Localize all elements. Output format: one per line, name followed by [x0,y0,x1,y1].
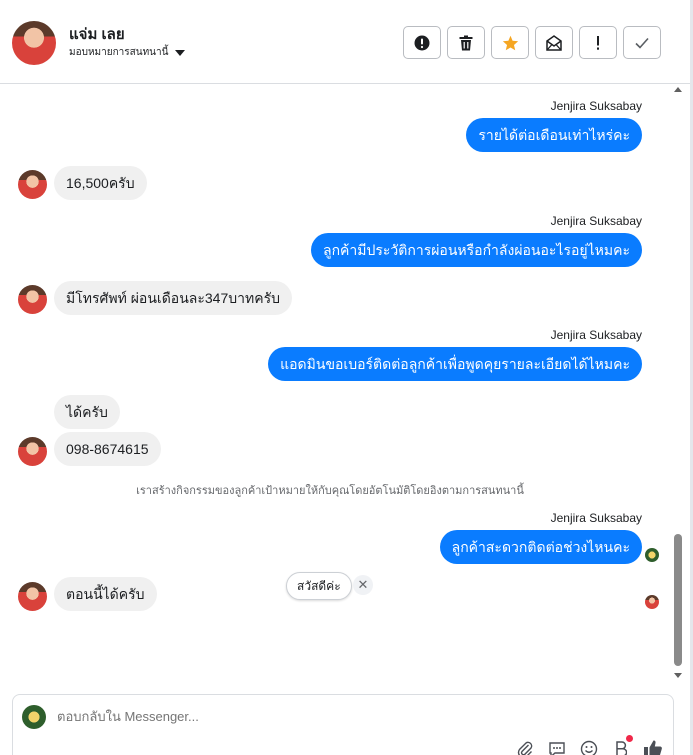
message-thread: Jenjira Suksabay รายได้ต่อเดือนเท่าไหร่ค… [0,85,672,693]
system-note: เราสร้างกิจกรรมของลูกค้าเป้าหมายให้กับคุ… [136,485,524,497]
incoming-message[interactable]: มีโทรศัพท์ ผ่อนเดือนละ347บาทครับ [54,281,292,315]
delete-button[interactable] [447,26,485,59]
spam-button[interactable] [579,26,617,59]
thread-scrollbar[interactable] [672,85,684,685]
contact-avatar[interactable] [12,21,56,65]
incoming-message[interactable]: 098-8674615 [54,432,161,466]
incoming-message[interactable]: 16,500ครับ [54,166,147,200]
sender-name: Jenjira Suksabay [550,328,642,342]
mark-unread-button[interactable] [535,26,573,59]
contact-avatar-small [18,582,47,611]
header-actions [403,26,661,59]
contact-avatar-small [18,170,47,199]
assign-label: มอบหมายการสนทนานี้ [69,47,169,58]
outgoing-message[interactable]: แอดมินขอเบอร์ติดต่อลูกค้าเพื่อพูดคุยรายล… [268,347,642,381]
outgoing-message[interactable]: ลูกค้าสะดวกติดต่อช่วงไหนคะ [439,530,642,564]
bold-icon[interactable] [611,735,633,755]
reply-input[interactable] [57,709,457,724]
contact-name[interactable]: แจ่ม เลย [69,22,125,46]
outgoing-message[interactable]: ลูกค้ามีประวัติการผ่อนหรือกำลังผ่อนอะไรอ… [310,233,642,267]
attach-icon[interactable] [515,739,535,755]
seen-indicator-page-avatar [645,548,659,562]
caret-down-icon [175,49,186,56]
reply-composer [12,694,674,755]
close-suggestion-icon[interactable]: ✕ [353,575,373,595]
trash-icon [459,35,473,50]
like-icon[interactable] [643,739,663,755]
conversation-header: แจ่ม เลย มอบหมายการสนทนานี้ [0,0,693,84]
envelope-open-icon [546,34,562,51]
scroll-up-arrow-icon[interactable] [674,87,682,92]
mark-done-button[interactable] [623,26,661,59]
contact-avatar-small [18,285,47,314]
suggested-reply-chip[interactable]: สวัสดีค่ะ [286,572,352,600]
assign-conversation-dropdown[interactable]: มอบหมายการสนทนานี้ [69,45,186,60]
notification-dot [626,735,633,742]
alert-circle-icon [414,35,430,50]
exclamation-icon [597,35,599,50]
incoming-message[interactable]: ได้ครับ [54,395,120,429]
checkmark-icon [635,37,649,49]
seen-indicator-contact-avatar [645,595,659,609]
sender-name: Jenjira Suksabay [550,214,642,228]
page-avatar [22,705,46,729]
outgoing-message[interactable]: รายได้ต่อเดือนเท่าไหร่คะ [466,118,642,152]
emoji-icon[interactable] [579,739,599,755]
star-icon [502,35,518,50]
contact-avatar-small [18,437,47,466]
sender-name: Jenjira Suksabay [550,511,642,525]
report-button[interactable] [403,26,441,59]
star-button[interactable] [491,26,529,59]
composer-tools [515,735,663,755]
scroll-down-arrow-icon[interactable] [674,673,682,678]
incoming-message[interactable]: ตอนนี้ได้ครับ [54,577,157,611]
scroll-thumb[interactable] [674,534,682,666]
sender-name: Jenjira Suksabay [550,99,642,113]
saved-reply-icon[interactable] [547,739,567,755]
